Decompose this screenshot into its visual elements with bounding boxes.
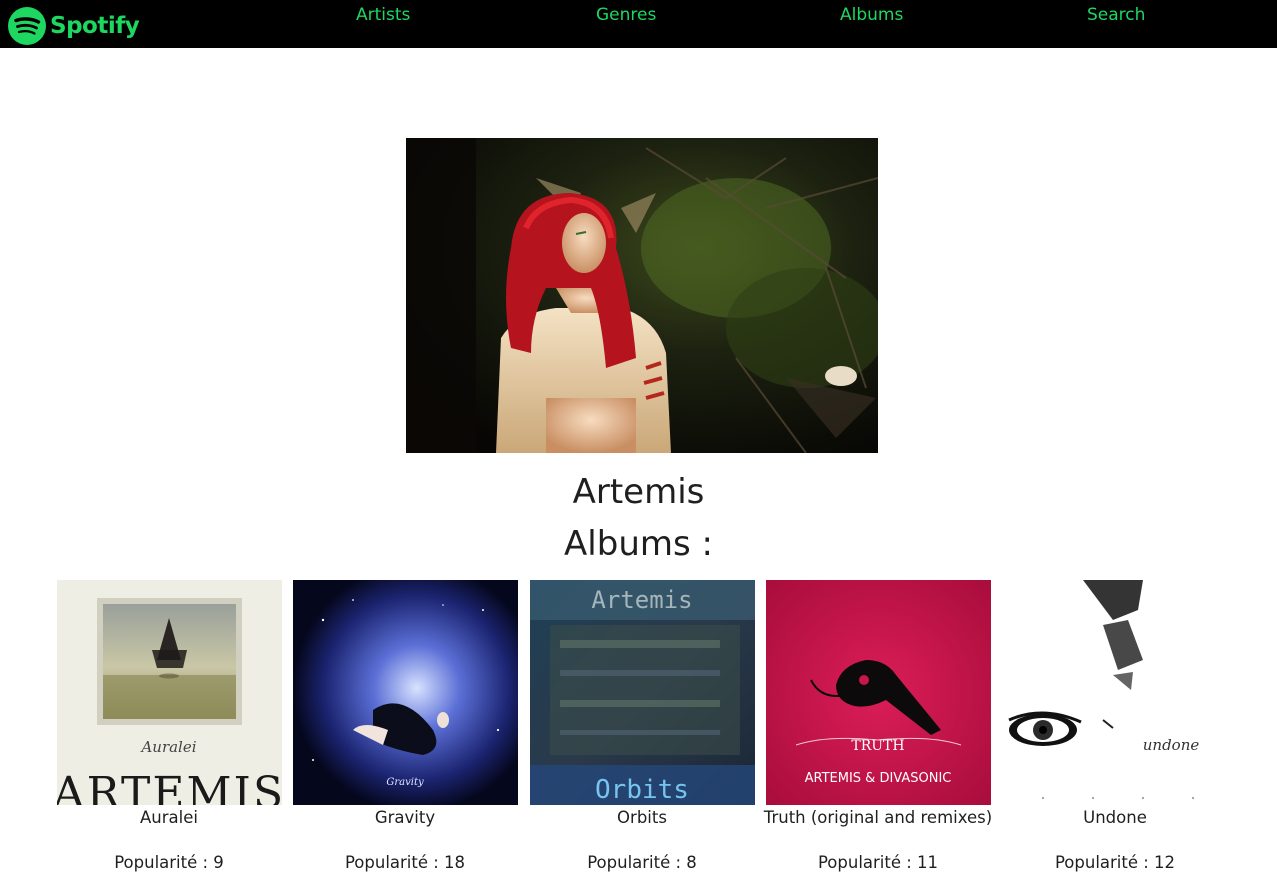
nav-search-link[interactable]: Search [1087, 5, 1145, 25]
nav-albums-link[interactable]: Albums [840, 5, 903, 25]
cover-text: ARTEMIS [57, 768, 282, 805]
spotify-logo[interactable]: Spotify [8, 7, 140, 45]
top-navbar: Spotify Artists Genres Albums Search [0, 0, 1277, 48]
cover-text: Gravity [386, 777, 424, 788]
cover-text: Auralei [139, 738, 196, 756]
nav-genres-link[interactable]: Genres [596, 5, 656, 25]
spotify-icon [8, 7, 46, 45]
cover-text: TRUTH [851, 738, 904, 754]
album-cover[interactable]: TRUTH ARTEMIS & DIVASONIC [765, 580, 991, 805]
cover-text: undone [1142, 736, 1199, 754]
album-card[interactable]: Auralei ARTEMIS Auralei Popularité : 9 [51, 580, 287, 873]
album-cover[interactable]: Gravity [292, 580, 518, 805]
brand-name: Spotify [50, 13, 140, 39]
album-title[interactable]: Gravity [287, 808, 523, 828]
album-popularity: Popularité : 12 [1054, 853, 1176, 872]
album-popularity: Popularité : 18 [344, 853, 466, 872]
cover-text: Orbits [595, 775, 689, 805]
artist-name: Artemis [572, 472, 705, 512]
album-popularity: Popularité : 9 [114, 853, 224, 872]
album-card[interactable]: undone Undone Popularité : 12 [997, 580, 1233, 873]
album-card[interactable]: Gravity Gravity Popularité : 18 [287, 580, 523, 873]
cover-text: Artemis [591, 586, 692, 614]
album-popularity: Popularité : 11 [817, 853, 939, 872]
nav-artists-link[interactable]: Artists [356, 5, 410, 25]
album-card[interactable]: TRUTH ARTEMIS & DIVASONIC Truth (origina… [760, 580, 996, 873]
album-cover[interactable]: Artemis Orbits [529, 580, 755, 805]
album-title[interactable]: Orbits [524, 808, 760, 828]
album-popularity: Popularité : 8 [587, 853, 697, 872]
album-cover[interactable]: undone [1002, 580, 1228, 805]
album-title[interactable]: Undone [997, 808, 1233, 828]
album-title[interactable]: Auralei [51, 808, 287, 828]
cover-text: ARTEMIS & DIVASONIC [804, 771, 951, 786]
album-title[interactable]: Truth (original and remixes) [760, 808, 996, 828]
artist-photo [406, 138, 878, 453]
album-cover[interactable]: Auralei ARTEMIS [56, 580, 282, 805]
albums-heading: Albums : [564, 524, 713, 564]
album-card[interactable]: Artemis Orbits Orbits Popularité : 8 [524, 580, 760, 873]
